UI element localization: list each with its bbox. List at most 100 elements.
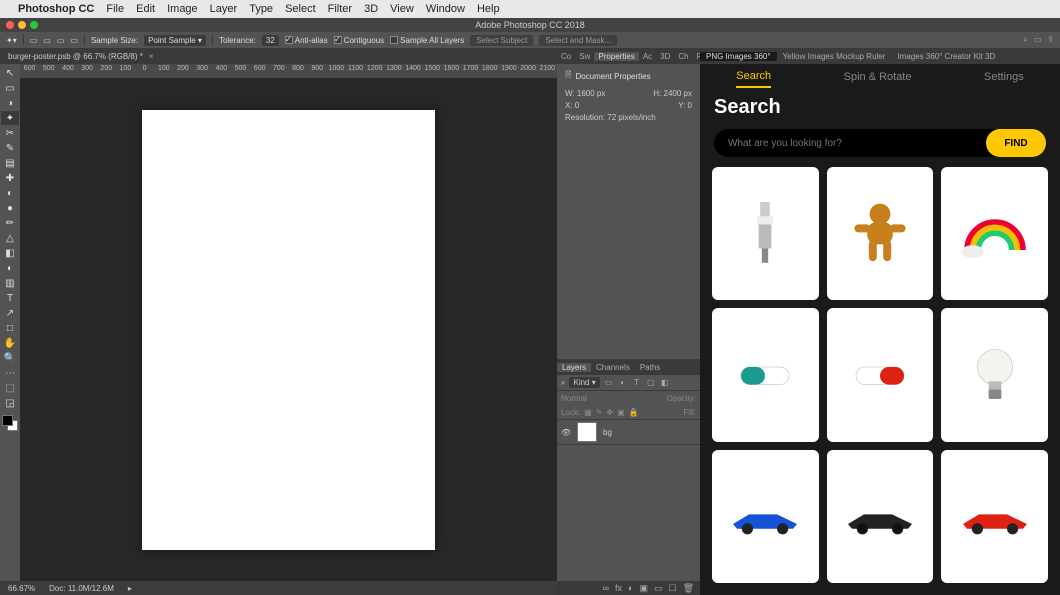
sampleall-checkbox[interactable]	[390, 36, 398, 44]
path-tool[interactable]: ↗	[1, 306, 19, 320]
image-card-capsule-red[interactable]	[827, 308, 934, 441]
subnav-settings[interactable]: Settings	[984, 67, 1024, 87]
new-layer-icon[interactable]: ☐	[668, 583, 676, 594]
intersect-selection-icon[interactable]: ▭	[70, 36, 78, 45]
lasso-tool[interactable]: ◑	[1, 96, 19, 110]
share-icon[interactable]: ⇪	[1047, 35, 1054, 45]
lock-pixels-icon[interactable]: ✎	[596, 408, 603, 417]
history-brush-tool[interactable]: ✏	[1, 216, 19, 230]
menu-image[interactable]: Image	[167, 3, 198, 15]
tab-channels-mini[interactable]: Ch	[674, 52, 692, 61]
lock-all-icon[interactable]: 🔒	[629, 408, 639, 417]
stamp-tool[interactable]: ●	[1, 201, 19, 215]
new-selection-icon[interactable]: ▭	[30, 36, 38, 45]
type-tool[interactable]: T	[1, 291, 19, 305]
edit-toolbar[interactable]: ⬚	[1, 381, 19, 395]
lock-transparent-icon[interactable]: ▦	[584, 408, 592, 417]
menu-window[interactable]: Window	[426, 3, 465, 15]
layer-row[interactable]: 👁 bg	[557, 419, 700, 445]
tab-actions[interactable]: Ac	[639, 52, 656, 61]
dodge-tool[interactable]: ▥	[1, 276, 19, 290]
tab-png-images[interactable]: PNG Images 360°	[700, 52, 777, 61]
image-card-light-bulb[interactable]	[941, 308, 1048, 441]
fx-icon[interactable]: fx	[615, 583, 622, 593]
menu-select[interactable]: Select	[285, 3, 316, 15]
extras-tool[interactable]: ⋯	[1, 366, 19, 380]
image-card-gingerbread-man[interactable]	[827, 167, 934, 300]
contiguous-checkbox[interactable]	[334, 36, 342, 44]
canvas-viewport[interactable]	[20, 78, 557, 581]
search-input[interactable]	[714, 129, 1000, 157]
frame-tool[interactable]: ▤	[1, 156, 19, 170]
blur-tool[interactable]: ◐	[1, 261, 19, 275]
magic-wand-tool[interactable]: ✦	[1, 111, 19, 125]
subnav-spin[interactable]: Spin & Rotate	[844, 67, 912, 87]
tab-properties[interactable]: Properties	[594, 52, 638, 61]
tab-creator-kit[interactable]: Images 360° Creator Kit 3D	[891, 52, 1001, 61]
menu-help[interactable]: Help	[477, 3, 500, 15]
crop-tool[interactable]: ✂	[1, 126, 19, 140]
close-tab-icon[interactable]: ×	[149, 52, 154, 61]
filter-kind-icon[interactable]: ⌕	[561, 378, 565, 388]
filter-shape-icon[interactable]: ▢	[646, 378, 656, 387]
antialias-checkbox[interactable]	[285, 36, 293, 44]
mask-icon[interactable]: ◐	[628, 583, 633, 593]
subnav-search[interactable]: Search	[736, 66, 771, 88]
zoom-tool[interactable]: 🔍	[1, 351, 19, 365]
layer-name[interactable]: bg	[603, 428, 612, 437]
add-selection-icon[interactable]: ▭	[43, 36, 51, 45]
tab-3d[interactable]: 3D	[656, 52, 674, 61]
image-card-rainbow[interactable]	[941, 167, 1048, 300]
blend-mode-select[interactable]: Normal	[561, 394, 587, 403]
tab-layers[interactable]: Layers	[557, 363, 591, 372]
select-subject-button[interactable]: Select Subject	[470, 35, 533, 46]
foreground-color[interactable]	[2, 415, 13, 426]
marquee-tool[interactable]: ▭	[1, 81, 19, 95]
zoom-level[interactable]: 66.67%	[8, 584, 35, 593]
menu-app[interactable]: Photoshop CC	[18, 3, 94, 15]
eyedropper-tool[interactable]: ✎	[1, 141, 19, 155]
lock-artboard-icon[interactable]: ▣	[617, 408, 625, 417]
image-card-race-car-red[interactable]	[941, 450, 1048, 583]
hand-tool[interactable]: ✋	[1, 336, 19, 350]
menu-file[interactable]: File	[106, 3, 124, 15]
workspace-icon[interactable]: ▭	[1034, 35, 1042, 45]
lock-position-icon[interactable]: ✥	[606, 408, 613, 417]
document-tab[interactable]: burger-poster.psb @ 66.7% (RGB/8) *	[8, 52, 143, 61]
tab-color[interactable]: Co	[557, 52, 575, 61]
trash-icon[interactable]: 🗑	[683, 583, 694, 594]
filter-pixel-icon[interactable]: ▭	[604, 378, 614, 387]
menu-3d[interactable]: 3D	[364, 3, 378, 15]
tab-swatches[interactable]: Sw	[575, 52, 594, 61]
shape-tool[interactable]: □	[1, 321, 19, 335]
gradient-tool[interactable]: ◧	[1, 246, 19, 260]
link-layers-icon[interactable]: ∞	[603, 583, 609, 593]
tolerance-input[interactable]: 32	[262, 35, 279, 46]
color-swatches[interactable]	[2, 415, 18, 431]
image-card-capsule-teal[interactable]	[712, 308, 819, 441]
menu-filter[interactable]: Filter	[328, 3, 352, 15]
menu-layer[interactable]: Layer	[210, 3, 238, 15]
filter-smart-icon[interactable]: ◧	[660, 378, 670, 387]
quickmask-tool[interactable]: ◲	[1, 396, 19, 410]
sample-size-select[interactable]: Point Sample ▾	[144, 35, 206, 46]
image-grid[interactable]	[700, 167, 1060, 595]
image-card-race-car-blue[interactable]	[712, 450, 819, 583]
healing-tool[interactable]: ✚	[1, 171, 19, 185]
move-tool[interactable]: ↖	[1, 66, 19, 80]
find-button[interactable]: FIND	[986, 129, 1046, 157]
search-icon[interactable]: ⌕	[1023, 35, 1027, 45]
menu-edit[interactable]: Edit	[136, 3, 155, 15]
group-icon[interactable]: ▭	[654, 583, 663, 594]
visibility-icon[interactable]: 👁	[561, 428, 571, 437]
zoom-icon[interactable]	[30, 21, 38, 29]
filter-kind-select[interactable]: Kind ▾	[569, 377, 599, 388]
subtract-selection-icon[interactable]: ▭	[57, 36, 65, 45]
menu-type[interactable]: Type	[249, 3, 273, 15]
status-chevron-icon[interactable]: ▸	[128, 584, 132, 593]
image-card-spark-plug[interactable]	[712, 167, 819, 300]
minimize-icon[interactable]	[18, 21, 26, 29]
select-mask-button[interactable]: Select and Mask...	[539, 35, 617, 46]
menu-view[interactable]: View	[390, 3, 414, 15]
layer-thumbnail[interactable]	[577, 422, 597, 442]
